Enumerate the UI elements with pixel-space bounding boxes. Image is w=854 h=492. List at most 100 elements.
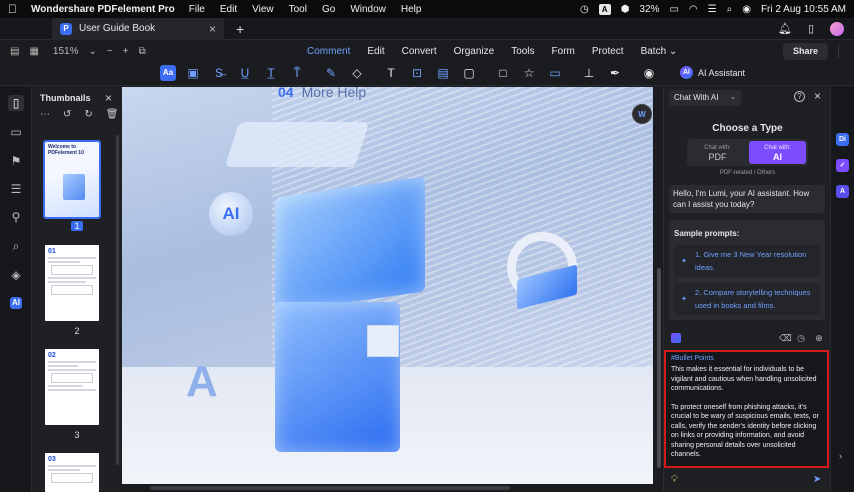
control-center-icon[interactable]: ☰ <box>708 4 717 15</box>
ai-assistant-label: AI Assistant <box>698 67 746 78</box>
sample-prompts-card: Sample prompts: ✦ 1. Give me 3 New Year … <box>669 220 825 320</box>
horizontal-scrollbar[interactable] <box>150 486 510 490</box>
lightbulb-icon[interactable]: 💡︎ <box>671 474 678 485</box>
ai-assistant-button[interactable]: AI AI Assistant <box>680 66 745 79</box>
menu-help[interactable]: Help <box>401 4 422 15</box>
comments-icon[interactable]: ▭ <box>8 124 24 140</box>
callout-icon[interactable]: ▤ <box>435 65 451 81</box>
eye-icon[interactable]: ◉ <box>641 65 657 81</box>
rotate-right-icon[interactable]: ↻ <box>84 109 92 120</box>
tab-comment[interactable]: Comment <box>307 46 350 57</box>
close-thumbnails-icon[interactable]: × <box>105 91 112 105</box>
tab-convert[interactable]: Convert <box>402 46 437 57</box>
send-icon[interactable]: ➤ <box>813 474 821 485</box>
page-layout-icon[interactable]: ▦ <box>29 46 38 57</box>
chat-with-ai-option[interactable]: Chat with: AI <box>749 141 806 164</box>
delete-icon[interactable]: 🗑︎ <box>106 109 119 120</box>
clock[interactable]: Fri 2 Aug 10:55 AM <box>761 4 846 15</box>
zoom-level[interactable]: 151% <box>53 46 79 57</box>
shape-icon[interactable]: □ <box>495 65 511 81</box>
input-source-icon[interactable]: A <box>598 3 611 15</box>
text-field-icon[interactable]: ⊡ <box>409 65 425 81</box>
page-thumbnail-1[interactable]: Welcome to PDFelement 10 <box>43 140 101 219</box>
siri-icon[interactable]: ◉ <box>742 4 751 15</box>
help-icon[interactable]: ? <box>794 91 805 102</box>
fit-page-icon[interactable]: ⧉ <box>139 46 146 57</box>
document-tab[interactable]: P User Guide Book × <box>52 17 224 40</box>
document-canvas[interactable]: 04 More Help AI A <box>122 87 653 484</box>
menu-tool[interactable]: Tool <box>289 4 307 15</box>
dropbox-icon[interactable]: ⬢ <box>621 4 630 15</box>
search-icon[interactable]: ⌕ <box>727 4 733 15</box>
search-panel-icon[interactable]: ⌕ <box>8 238 24 254</box>
measure-icon[interactable]: ▭ <box>547 65 563 81</box>
share-button[interactable]: Share <box>782 43 828 60</box>
menu-go[interactable]: Go <box>322 4 335 15</box>
chevron-down-icon[interactable]: ⌄ <box>88 46 96 57</box>
translate-icon[interactable]: A <box>836 185 849 198</box>
device-icon[interactable]: ▯ <box>808 22 814 35</box>
menu-file[interactable]: File <box>189 4 205 15</box>
menu-edit[interactable]: Edit <box>220 4 237 15</box>
stamp-star-icon[interactable]: ☆ <box>521 65 537 81</box>
app-name-menu[interactable]: Wondershare PDFelement Pro <box>31 4 175 15</box>
wifi-icon[interactable]: ◠ <box>689 4 698 15</box>
add-chat-icon[interactable]: ⊕ <box>814 333 824 343</box>
close-tab-icon[interactable]: × <box>209 22 216 36</box>
strikethrough-icon[interactable]: S̶ <box>211 65 227 81</box>
attachment-icon[interactable]: ⚲ <box>8 209 24 225</box>
tab-edit[interactable]: Edit <box>367 46 384 57</box>
layers-icon[interactable]: ◈ <box>8 267 24 283</box>
note-icon[interactable]: ▢ <box>461 65 477 81</box>
bullet-points-input[interactable]: #Bullet Points This makes it essential f… <box>664 350 829 468</box>
close-panel-icon[interactable]: × <box>814 89 821 103</box>
text-highlight-icon[interactable]: Aa <box>160 65 176 81</box>
bell-icon[interactable]: 🔔︎ <box>778 22 792 35</box>
page-thumbnail-3[interactable]: 02 <box>45 349 99 425</box>
insert-text-icon[interactable]: T̲ <box>263 65 279 81</box>
menu-window[interactable]: Window <box>350 4 386 15</box>
sidebar-toggle-icon[interactable]: ▤ <box>10 46 19 57</box>
chat-mode-select[interactable]: Chat With AI ⌄ <box>669 90 741 106</box>
check-badge-icon[interactable]: ✓ <box>836 159 849 172</box>
chevron-right-icon[interactable]: › <box>839 451 842 461</box>
clear-chat-icon[interactable]: ⌫ <box>779 333 792 343</box>
stamp-icon[interactable]: ⊥ <box>581 65 597 81</box>
underline-icon[interactable]: U̲ <box>237 65 253 81</box>
tab-tools[interactable]: Tools <box>511 46 534 57</box>
vertical-scrollbar[interactable] <box>657 268 661 468</box>
replace-text-icon[interactable]: T̃ <box>289 65 305 81</box>
signature-icon[interactable]: ✒ <box>607 65 623 81</box>
thumbnails-icon[interactable]: ▯ <box>8 95 24 111</box>
time-machine-icon[interactable]: ◷ <box>580 4 589 15</box>
battery-icon[interactable]: ▭ <box>669 4 678 15</box>
page-thumbnail-4[interactable]: 03 <box>45 453 99 492</box>
pen-icon[interactable]: ✎ <box>323 65 339 81</box>
text-box-icon[interactable]: T <box>383 65 399 81</box>
apple-menu-icon[interactable]:  <box>8 2 17 16</box>
bookmark-icon[interactable]: ⚑ <box>8 153 24 169</box>
discord-icon[interactable]: Di <box>836 133 849 146</box>
tab-batch[interactable]: Batch ⌄ <box>641 46 678 57</box>
tab-form[interactable]: Form <box>552 46 575 57</box>
tab-organize[interactable]: Organize <box>454 46 495 57</box>
new-tab-button[interactable]: + <box>236 21 244 37</box>
thumbnails-scrollbar[interactable] <box>116 135 119 465</box>
zoom-out-icon[interactable]: − <box>107 46 113 57</box>
zoom-in-icon[interactable]: + <box>123 46 129 57</box>
layers-list-icon[interactable]: ☰ <box>8 181 24 197</box>
rotate-left-icon[interactable]: ↺ <box>63 109 71 120</box>
more-icon[interactable]: ⋯ <box>40 109 50 120</box>
avatar[interactable] <box>830 21 844 36</box>
history-icon[interactable]: ◷ <box>796 333 806 343</box>
sample-prompt-2[interactable]: ✦ 2. Compare storytelling techniques use… <box>674 283 820 315</box>
floating-pdfelement-icon[interactable]: W <box>632 104 652 124</box>
ai-panel-icon[interactable]: AI <box>10 297 22 309</box>
chat-with-pdf-option[interactable]: Chat with: PDF <box>689 141 746 164</box>
eraser-icon[interactable]: ◇ <box>349 65 365 81</box>
area-highlight-icon[interactable]: ▣ <box>185 65 201 81</box>
tab-protect[interactable]: Protect <box>592 46 624 57</box>
page-thumbnail-2[interactable]: 01 <box>45 245 99 321</box>
menu-view[interactable]: View <box>252 4 274 15</box>
sample-prompt-1[interactable]: ✦ 1. Give me 3 New Year resolution ideas… <box>674 245 820 277</box>
